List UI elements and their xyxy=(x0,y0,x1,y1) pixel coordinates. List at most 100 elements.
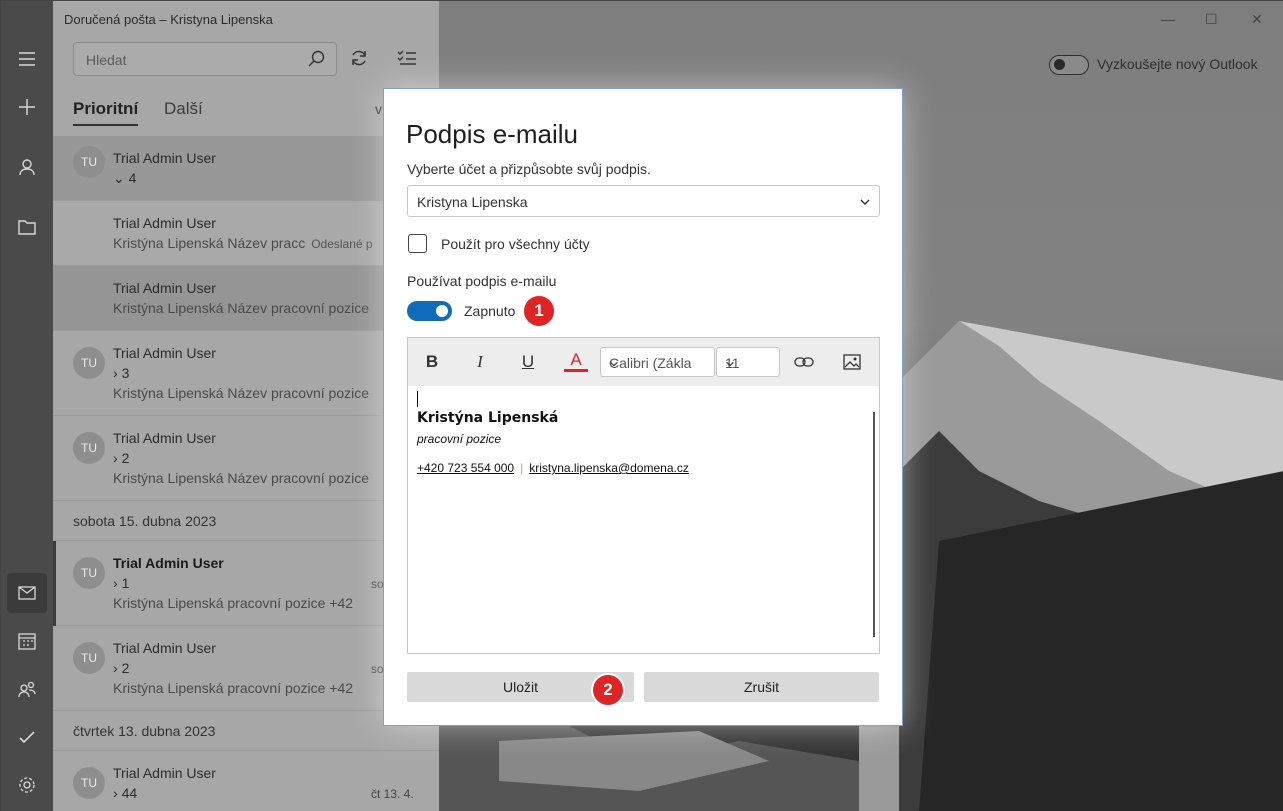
signature-contact: +420 723 554 000 | kristyna.lipenska@domen… xyxy=(417,461,689,475)
sender: Trial Admin User xyxy=(113,640,216,656)
chevron-right-icon[interactable]: › xyxy=(113,450,118,466)
signature-role: pracovní pozice xyxy=(417,432,502,446)
apply-all-checkbox[interactable] xyxy=(408,234,427,253)
thread-count: › 3 xyxy=(113,365,130,381)
minimize-icon[interactable]: — xyxy=(1161,11,1175,27)
signature-email[interactable]: kristyna.lipenska@domena.cz xyxy=(529,461,689,475)
step-badge-2: 2 xyxy=(593,675,623,705)
todo-icon[interactable] xyxy=(7,717,47,757)
mail-icon[interactable] xyxy=(7,573,47,613)
message-date: čt 13. 4. xyxy=(371,787,414,801)
signature-text-area[interactable]: Kristýna Lipenská pracovní pozice +420 7… xyxy=(408,386,879,653)
image-icon[interactable] xyxy=(840,350,864,374)
new-mail-icon[interactable] xyxy=(7,87,47,127)
underline-button[interactable]: U xyxy=(516,350,540,374)
use-signature-toggle[interactable] xyxy=(407,301,452,321)
editor-scrollbar[interactable] xyxy=(873,412,875,637)
toggle-state-label: Zapnuto xyxy=(464,303,516,319)
message-date: so xyxy=(371,662,384,676)
list-item[interactable]: Trial Admin User Kristýna Lipenská Název… xyxy=(53,266,439,331)
tab-other[interactable]: Další xyxy=(164,99,203,119)
sender: Trial Admin User xyxy=(113,430,216,446)
list-item[interactable]: TU Trial Admin User › 3 Kristýna Lipensk… xyxy=(53,331,439,416)
chevron-down-icon xyxy=(725,356,774,372)
bold-button[interactable]: B xyxy=(420,350,444,374)
font-size-select[interactable]: 11 xyxy=(716,347,780,377)
search-icon[interactable] xyxy=(308,50,326,73)
preview: Kristýna Lipenská Název pracovní pozice xyxy=(113,385,370,401)
list-item[interactable]: TU Trial Admin User ⌄ 4 xyxy=(53,136,439,201)
list-item[interactable]: TU Trial Admin User › 44 čt 13. 4. xyxy=(53,751,439,811)
search-input[interactable]: Hledat xyxy=(73,42,337,76)
navigation-rail xyxy=(1,1,53,811)
preview: Kristýna Lipenská Název pracc Odeslané p xyxy=(113,235,373,251)
font-family-select[interactable]: Calibri (Zákla xyxy=(600,347,715,377)
signature-phone[interactable]: +420 723 554 000 xyxy=(417,461,514,475)
preview: Kristýna Lipenská pracovní pozice +42 xyxy=(113,595,354,611)
use-signature-label: Používat podpis e-mailu xyxy=(407,273,557,289)
person-icon[interactable] xyxy=(7,147,47,187)
list-item[interactable]: TU Trial Admin User › 2 so Kristýna Lipe… xyxy=(53,626,439,711)
chevron-right-icon[interactable]: › xyxy=(113,575,118,591)
account-select[interactable]: Kristyna Lipenska xyxy=(407,185,880,217)
search-placeholder: Hledat xyxy=(86,52,127,68)
section-label: čtvrtek 13. dubna 2023 xyxy=(73,723,216,739)
signature-separator: | xyxy=(520,461,524,475)
sender: Trial Admin User xyxy=(113,765,216,781)
filter-list-icon[interactable] xyxy=(397,48,417,73)
chevron-right-icon[interactable]: › xyxy=(113,785,118,801)
sender: Trial Admin User xyxy=(113,215,216,231)
avatar: TU xyxy=(73,767,105,799)
signature-name: Kristýna Lipenská xyxy=(417,410,559,426)
folder-icon[interactable] xyxy=(7,207,47,247)
window-title: Doručená pošta – Kristyna Lipenska xyxy=(64,12,273,27)
close-icon[interactable]: ✕ xyxy=(1251,11,1263,28)
try-new-outlook-label: Vyzkoušejte nový Outlook xyxy=(1097,56,1258,72)
cancel-button[interactable]: Zrušit xyxy=(644,672,879,702)
dialog-subtitle: Vyberte účet a přizpůsobte svůj podpis. xyxy=(407,161,651,177)
maximize-icon[interactable]: ☐ xyxy=(1205,11,1218,28)
try-new-outlook-toggle[interactable] xyxy=(1049,55,1089,75)
thread-count: › 2 xyxy=(113,660,130,676)
preview: Kristýna Lipenská Název pracovní pozice xyxy=(113,470,370,486)
avatar: TU xyxy=(73,146,105,178)
link-icon[interactable] xyxy=(792,350,816,374)
list-item[interactable]: TU Trial Admin User › 1 so Kristýna Lipe… xyxy=(53,541,439,626)
chevron-right-icon[interactable]: › xyxy=(113,660,118,676)
sync-icon[interactable] xyxy=(349,48,369,73)
preview: Kristýna Lipenská pracovní pozice +42 xyxy=(113,680,354,696)
thread-count: › 44 xyxy=(113,785,138,801)
preview: Kristýna Lipenská Název pracovní pozice xyxy=(113,300,370,316)
section-label: sobota 15. dubna 2023 xyxy=(73,513,217,529)
italic-button[interactable]: I xyxy=(468,350,492,374)
chevron-down-icon[interactable]: ⌄ xyxy=(113,170,125,186)
thread-count: › 2 xyxy=(113,450,130,466)
sender: Trial Admin User xyxy=(113,150,216,166)
text-caret xyxy=(417,391,418,407)
menu-icon[interactable] xyxy=(7,39,47,79)
date-section-header: sobota 15. dubna 2023 xyxy=(53,501,439,541)
message-date: so xyxy=(371,577,384,591)
sender: Trial Admin User xyxy=(113,280,216,296)
step-badge-1: 1 xyxy=(524,296,554,326)
format-toolbar: B I U A Calibri (Zákla 11 xyxy=(408,338,879,386)
chevron-right-icon[interactable]: › xyxy=(113,365,118,381)
list-item[interactable]: Trial Admin User Kristýna Lipenská Název… xyxy=(53,201,439,266)
thread-count: ⌄ 4 xyxy=(113,170,137,186)
filter-button[interactable]: v xyxy=(375,101,382,117)
font-color-button[interactable]: A xyxy=(564,350,588,372)
avatar: TU xyxy=(73,557,105,589)
signature-editor: B I U A Calibri (Zákla 11 Kristýna Lipen… xyxy=(407,337,880,654)
avatar: TU xyxy=(73,432,105,464)
people-icon[interactable] xyxy=(7,669,47,709)
list-item[interactable]: TU Trial Admin User › 2 Kristýna Lipensk… xyxy=(53,416,439,501)
outlook-window: Doručená pošta – Kristyna Lipenska Hleda… xyxy=(0,0,1283,811)
tab-focused[interactable]: Prioritní xyxy=(73,99,139,126)
chevron-down-icon xyxy=(609,356,709,372)
date-section-header: čtvrtek 13. dubna 2023 xyxy=(53,711,439,751)
settings-icon[interactable] xyxy=(7,765,47,805)
apply-all-label: Použít pro všechny účty xyxy=(441,236,590,252)
chevron-down-icon xyxy=(859,195,871,213)
calendar-icon[interactable] xyxy=(7,621,47,661)
folder-tag: Odeslané p xyxy=(311,237,373,251)
